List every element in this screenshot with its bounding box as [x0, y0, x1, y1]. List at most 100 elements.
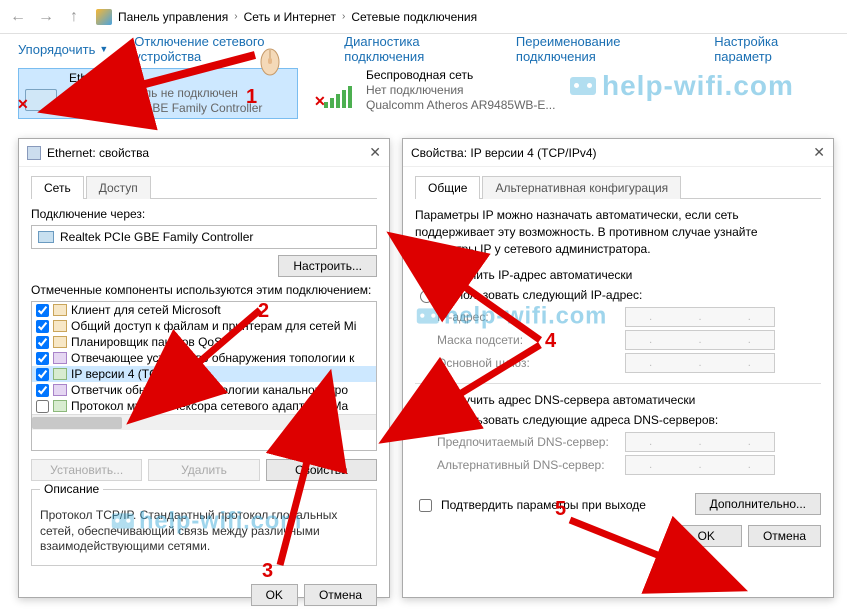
nav-back-icon[interactable]: ← — [6, 5, 30, 29]
connection-status: Сетевой кабель не подключен — [69, 86, 262, 101]
wifi-icon: ✕ — [318, 68, 358, 108]
command-bar: Упорядочить ▼ Отключение сетевого устрой… — [0, 34, 847, 64]
nav-forward-icon[interactable]: → — [34, 5, 58, 29]
error-x-icon: ✕ — [314, 93, 326, 110]
radio-input[interactable] — [420, 270, 433, 283]
ethernet-properties-dialog: Ethernet: свойства ✕ Сеть Доступ Подключ… — [18, 138, 390, 598]
advanced-button[interactable]: Дополнительно... — [695, 493, 821, 515]
ok-button[interactable]: OK — [671, 525, 742, 547]
connection-status: Нет подключения — [366, 83, 555, 98]
diagnose-button[interactable]: Диагностика подключения — [344, 34, 490, 64]
close-icon[interactable]: ✕ — [813, 144, 825, 161]
connection-device: Realtek PCIe GBE Family Controller — [69, 101, 262, 116]
dns-preferred-input: ... — [625, 432, 775, 452]
client-icon — [53, 304, 67, 316]
ip-address-label: IP-адрес: — [437, 310, 617, 324]
service-icon — [53, 320, 67, 332]
ip-auto-radio[interactable]: Получить IP-адрес автоматически — [415, 267, 821, 283]
connection-device: Qualcomm Atheros AR9485WB-E... — [366, 98, 555, 113]
breadcrumb-root[interactable]: Панель управления — [118, 10, 228, 24]
remove-button[interactable]: Удалить — [148, 459, 259, 481]
settings-button[interactable]: Настройка параметр — [714, 34, 829, 64]
tab-general[interactable]: Общие — [415, 176, 480, 199]
disable-device-button[interactable]: Отключение сетевого устройства — [134, 34, 318, 64]
breadcrumb-l3[interactable]: Сетевые подключения — [351, 10, 477, 24]
dialog-title: Ethernet: свойства — [47, 146, 149, 160]
subnet-mask-label: Маска подсети: — [437, 333, 617, 347]
organize-menu[interactable]: Упорядочить ▼ — [18, 42, 108, 57]
rename-button[interactable]: Переименование подключения — [516, 34, 688, 64]
connection-name: Ethernet — [69, 71, 262, 86]
chevron-down-icon: ▼ — [99, 44, 108, 54]
horizontal-scrollbar[interactable] — [32, 414, 376, 430]
checkbox-input[interactable] — [419, 499, 432, 512]
component-item-ipv4: IP версии 4 (TCP/IPv4) — [32, 366, 376, 382]
connection-ethernet[interactable]: ✕ Ethernet Сетевой кабель не подключен R… — [18, 68, 298, 119]
dns-preferred-label: Предпочитаемый DNS-сервер: — [437, 435, 617, 449]
scrollbar-thumb[interactable] — [32, 417, 122, 429]
component-checkbox[interactable] — [36, 336, 49, 349]
close-icon[interactable]: ✕ — [369, 144, 381, 161]
organize-label: Упорядочить — [18, 42, 95, 57]
driver-icon — [53, 352, 67, 364]
dns-manual-radio[interactable]: Использовать следующие адреса DNS-сервер… — [415, 412, 821, 428]
tabs: Сеть Доступ — [31, 175, 377, 199]
configure-button[interactable]: Настроить... — [278, 255, 377, 277]
radio-input[interactable] — [420, 395, 433, 408]
protocol-icon — [53, 400, 67, 412]
info-text: Параметры IP можно назначать автоматичес… — [415, 207, 821, 257]
dns-auto-radio[interactable]: Получить адрес DNS-сервера автоматически — [415, 392, 821, 408]
adapter-icon — [38, 231, 54, 243]
component-checkbox[interactable] — [36, 400, 49, 413]
radio-input[interactable] — [420, 290, 433, 303]
dns-alternate-input: ... — [625, 455, 775, 475]
connect-via-label: Подключение через: — [31, 207, 377, 221]
breadcrumb[interactable]: Панель управления › Сеть и Интернет › Се… — [96, 9, 477, 25]
ip-address-input: ... — [625, 307, 775, 327]
cancel-button[interactable]: Отмена — [748, 525, 821, 547]
ok-button[interactable]: OK — [251, 584, 298, 606]
confirm-on-exit-checkbox[interactable]: Подтвердить параметры при выходе — [415, 496, 646, 515]
components-label: Отмеченные компоненты используются этим … — [31, 283, 377, 297]
component-item: Клиент для сетей Microsoft — [32, 302, 376, 318]
subnet-mask-input: ... — [625, 330, 775, 350]
description-legend: Описание — [40, 482, 103, 496]
gateway-label: Основной шлюз: — [437, 356, 617, 370]
tabs: Общие Альтернативная конфигурация — [415, 175, 821, 199]
component-checkbox[interactable] — [36, 320, 49, 333]
properties-button[interactable]: Свойства — [266, 459, 377, 481]
tab-network[interactable]: Сеть — [31, 176, 84, 199]
connection-wifi[interactable]: ✕ Беспроводная сеть Нет подключения Qual… — [318, 68, 598, 119]
component-checkbox[interactable] — [36, 368, 49, 381]
component-checkbox[interactable] — [36, 384, 49, 397]
components-list[interactable]: Клиент для сетей Microsoft Общий доступ … — [31, 301, 377, 451]
breadcrumb-l2[interactable]: Сеть и Интернет — [244, 10, 336, 24]
component-item: Отвечающее устройство обнаружения тополо… — [32, 350, 376, 366]
explorer-toolbar: ← → ↑ Панель управления › Сеть и Интерне… — [0, 0, 847, 34]
protocol-icon — [53, 368, 67, 380]
component-checkbox[interactable] — [36, 304, 49, 317]
network-icon — [27, 146, 41, 160]
error-x-icon: ✕ — [17, 96, 29, 113]
component-checkbox[interactable] — [36, 352, 49, 365]
chevron-right-icon: › — [342, 11, 345, 22]
install-button[interactable]: Установить... — [31, 459, 142, 481]
connection-name: Беспроводная сеть — [366, 68, 555, 83]
ethernet-icon: ✕ — [21, 71, 61, 111]
chevron-right-icon: › — [234, 11, 237, 22]
cancel-button[interactable]: Отмена — [304, 584, 377, 606]
radio-input[interactable] — [420, 415, 433, 428]
nav-up-icon[interactable]: ↑ — [62, 5, 86, 29]
tab-access[interactable]: Доступ — [86, 176, 151, 199]
tab-alt-config[interactable]: Альтернативная конфигурация — [482, 176, 681, 199]
ip-manual-radio[interactable]: Использовать следующий IP-адрес: — [415, 287, 821, 303]
component-item: Ответчик обнаружения топологии канальног… — [32, 382, 376, 398]
dialog-titlebar: Ethernet: свойства ✕ — [19, 139, 389, 167]
ipv4-properties-dialog: Свойства: IP версии 4 (TCP/IPv4) ✕ Общие… — [402, 138, 834, 598]
service-icon — [53, 336, 67, 348]
component-item: Протокол мультиплексора сетевого адаптер… — [32, 398, 376, 414]
description-group: Описание Протокол TCP/IP. Стандартный пр… — [31, 489, 377, 566]
dialog-titlebar: Свойства: IP версии 4 (TCP/IPv4) ✕ — [403, 139, 833, 167]
description-text: Протокол TCP/IP. Стандартный протокол гл… — [40, 508, 368, 555]
component-item: Общий доступ к файлам и принтерам для се… — [32, 318, 376, 334]
